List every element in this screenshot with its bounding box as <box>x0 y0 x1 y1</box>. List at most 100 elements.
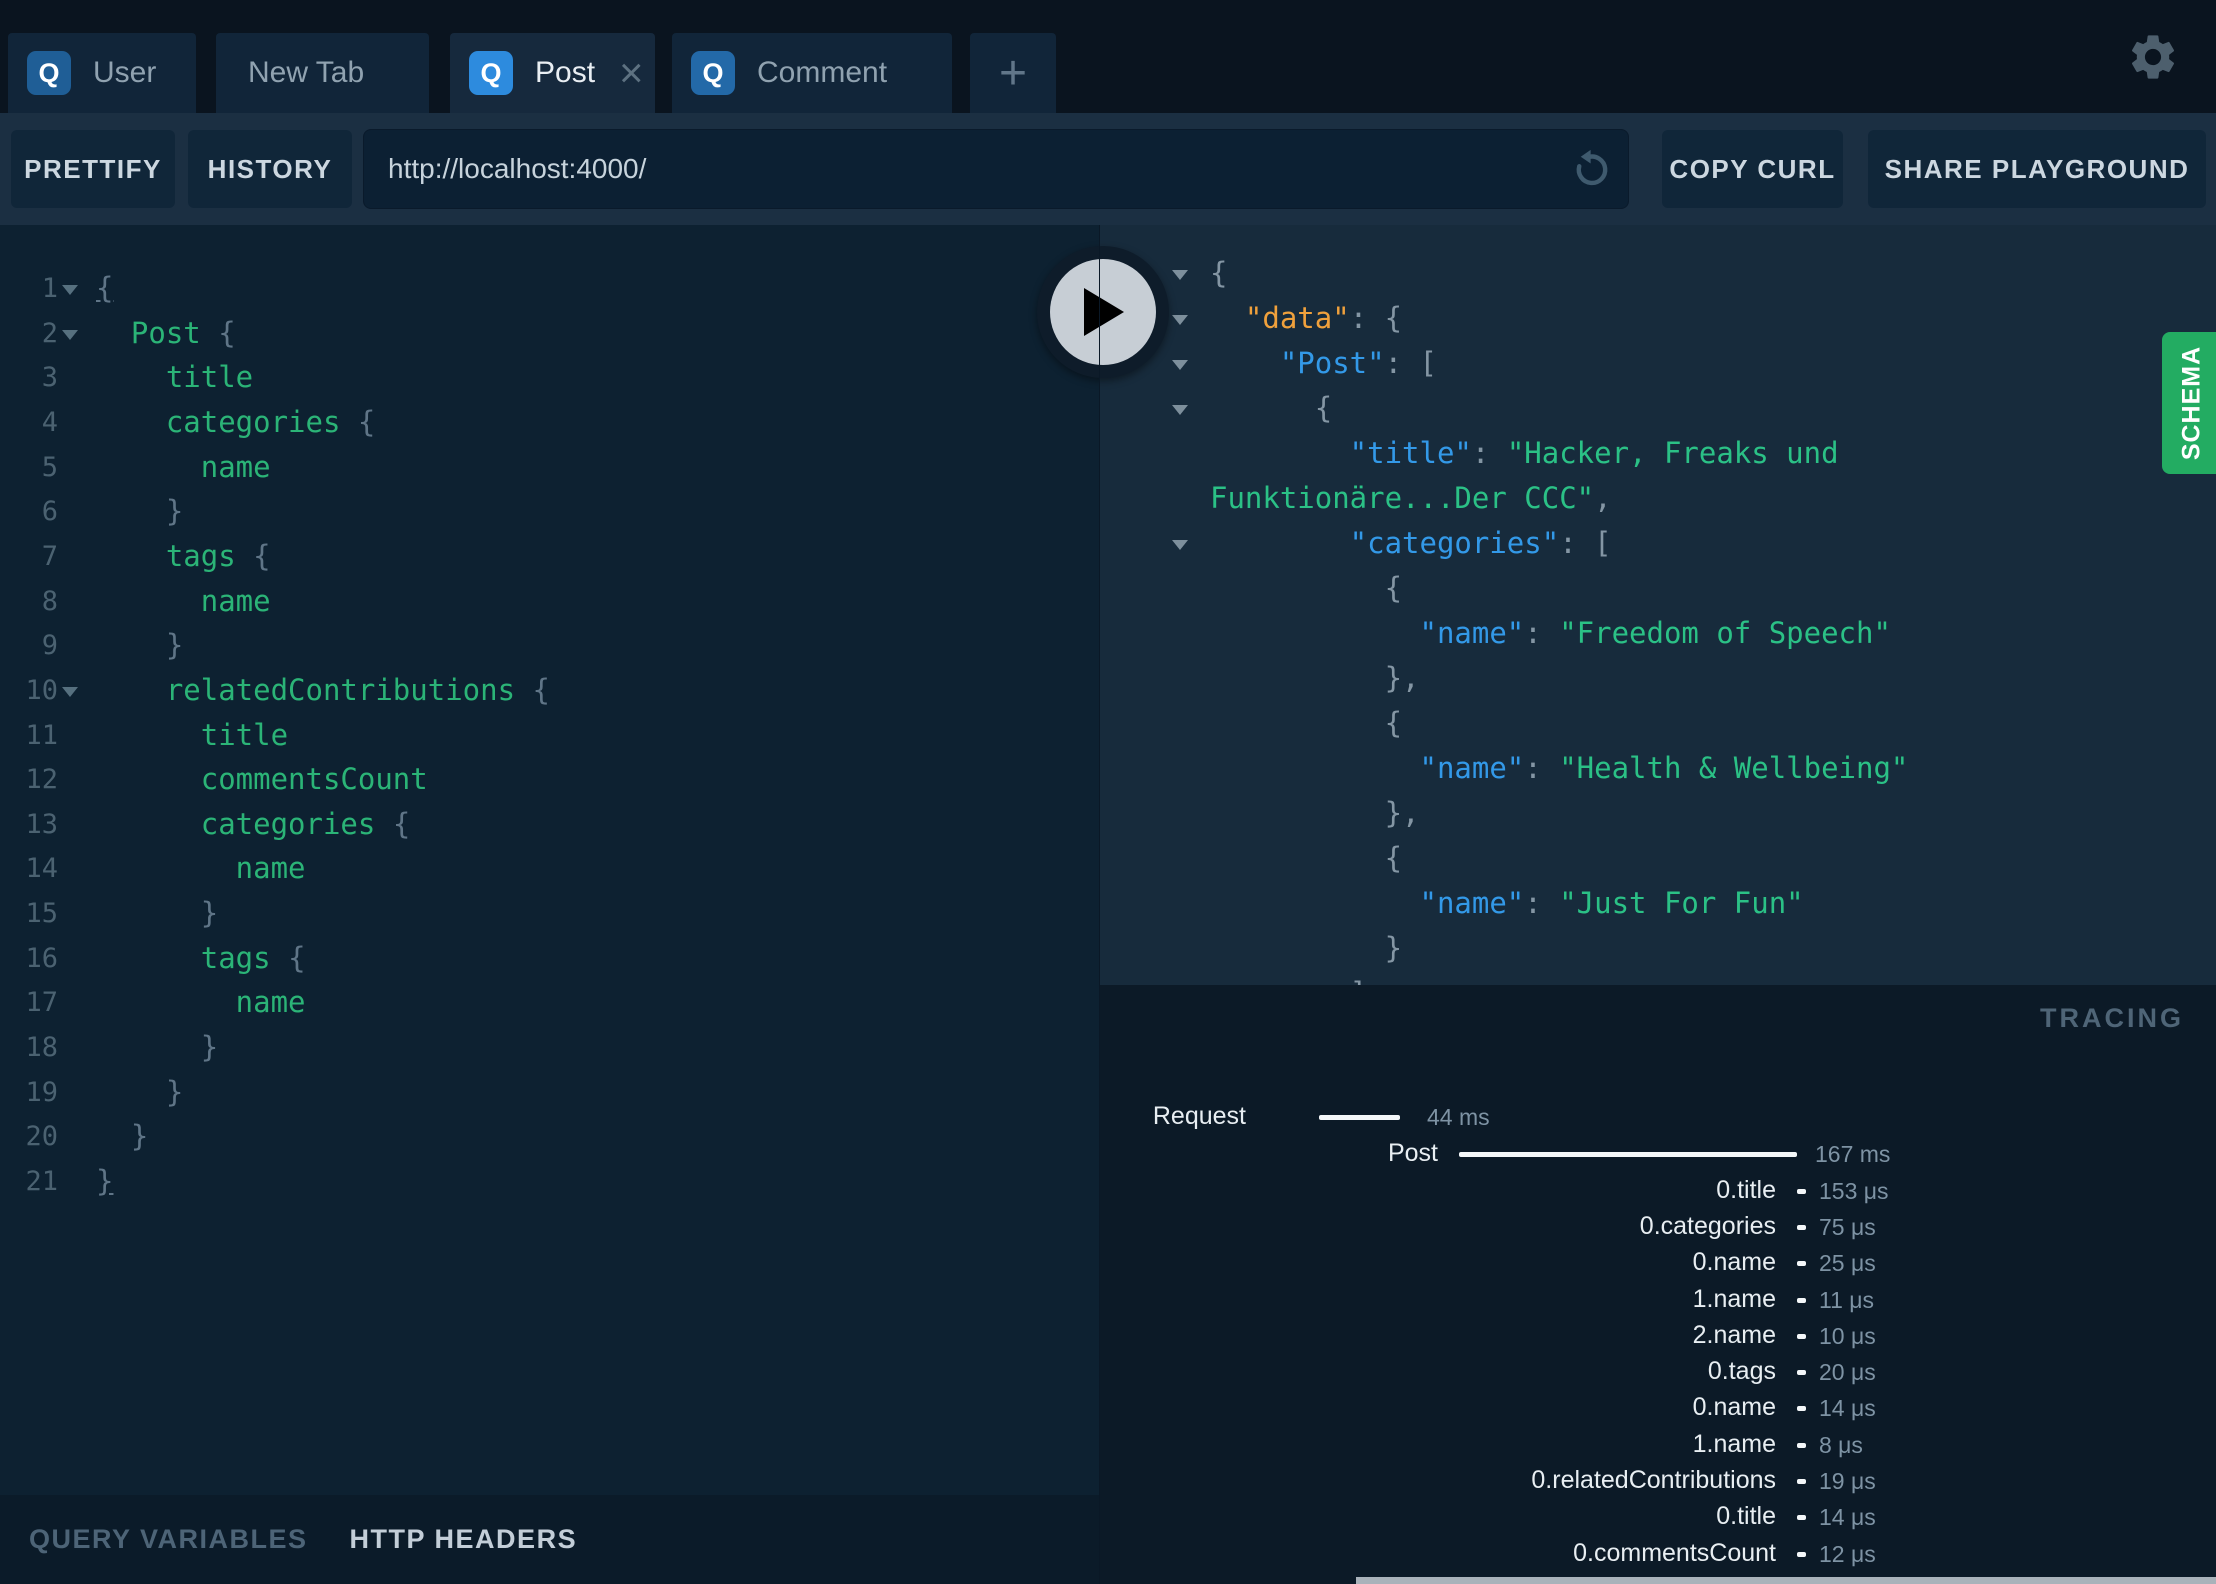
response-line: { <box>1210 706 1403 740</box>
line-number: 7 <box>41 540 58 572</box>
execute-query-button[interactable] <box>1037 246 1169 378</box>
query-badge-icon: Q <box>27 51 71 95</box>
line-number: 8 <box>41 585 58 617</box>
schema-tab-button[interactable]: SCHEMA <box>2162 332 2216 474</box>
query-editor[interactable]: 1{2 Post {3 title 4 categories {5 name 6 }… <box>0 225 1100 1495</box>
line-number: 18 <box>25 1032 58 1064</box>
line-number: 9 <box>41 630 58 662</box>
copy-curl-button[interactable]: COPY CURL <box>1662 130 1843 208</box>
tab-query-variables[interactable]: QUERY VARIABLES <box>29 1524 308 1555</box>
trace-duration-value: 44 ms <box>1427 1104 1490 1130</box>
line-number: 20 <box>25 1121 58 1153</box>
trace-label: 0.commentsCount <box>1573 1539 1776 1567</box>
tab-label: User <box>93 56 157 89</box>
trace-duration-bar <box>1797 1515 1806 1520</box>
share-playground-button[interactable]: SHARE PLAYGROUND <box>1868 130 2206 208</box>
trace-duration-bar <box>1459 1152 1797 1157</box>
fold-chevron-down-icon[interactable] <box>62 329 78 340</box>
response-line: }, <box>1210 796 1420 830</box>
query-line: 21} <box>0 1159 1100 1204</box>
trace-label: 0.title <box>1716 1176 1776 1204</box>
response-line: "name": "Health & Wellbeing" <box>1210 751 1909 785</box>
query-line: 13 categories { <box>0 802 1100 847</box>
trace-duration-bar <box>1797 1225 1806 1230</box>
trace-row: 0.relatedContributions 19 μs <box>1100 1466 2216 1500</box>
bottom-bar: QUERY VARIABLES HTTP HEADERS <box>0 1495 1100 1584</box>
fold-chevron-down-icon[interactable] <box>1172 315 1188 325</box>
trace-duration-value: 12 μs <box>1819 1541 1876 1567</box>
fold-chevron-down-icon[interactable] <box>1172 270 1188 280</box>
tab-user[interactable]: Q User <box>8 33 196 113</box>
trace-duration-bar <box>1319 1115 1400 1120</box>
trace-row: 0.title 14 μs <box>1100 1502 2216 1536</box>
tab-bar: Q User New Tab Q Post × Q Comment + <box>0 0 2216 113</box>
plus-icon: + <box>998 46 1028 100</box>
tracing-title: TRACING <box>2040 1003 2184 1033</box>
query-line: 14 name <box>0 846 1100 891</box>
line-number: 16 <box>25 942 58 974</box>
trace-duration-value: 10 μs <box>1819 1323 1876 1349</box>
trace-duration-bar <box>1797 1370 1806 1375</box>
query-line: 5 name <box>0 445 1100 490</box>
settings-gear-icon[interactable] <box>2126 30 2180 84</box>
line-number: 21 <box>25 1166 58 1197</box>
line-number: 5 <box>41 451 58 483</box>
query-line: 16 tags { <box>0 936 1100 981</box>
response-line: { <box>1210 841 1403 875</box>
trace-row: 2.name 10 μs <box>1100 1321 2216 1355</box>
trace-label: 0.tags <box>1707 1357 1776 1385</box>
tab-label: Comment <box>757 56 888 89</box>
response-line: "name": "Freedom of Speech" <box>1210 616 1891 650</box>
trace-label: 0.relatedContributions <box>1531 1466 1776 1494</box>
trace-duration-bar <box>1797 1334 1806 1339</box>
query-line: 19 } <box>0 1070 1100 1115</box>
response-line: "Post": [ <box>1100 341 2216 386</box>
endpoint-url-input[interactable] <box>363 129 1629 209</box>
tracing-panel: TRACING Request 44 ms Post 167 ms 0.title 153… <box>1100 985 2216 1584</box>
trace-row: 0.categories 75 μs <box>1100 1212 2216 1246</box>
query-line: 12 commentsCount <box>0 757 1100 802</box>
schema-tab-label: SCHEMA <box>2177 345 2206 461</box>
trace-label: 2.name <box>1692 1321 1776 1349</box>
reload-schema-icon[interactable] <box>1569 147 1613 191</box>
tracing-scrollbar[interactable] <box>1356 1577 2216 1584</box>
line-number: 12 <box>25 764 58 796</box>
response-line: "title": "Hacker, Freaks und <box>1210 436 1839 470</box>
query-line: 4 categories { <box>0 400 1100 445</box>
query-line: 8 name <box>0 579 1100 624</box>
line-number: 10 <box>25 674 58 706</box>
trace-label: 0.title <box>1716 1502 1776 1530</box>
line-number: 2 <box>41 317 58 349</box>
trace-duration-value: 19 μs <box>1819 1468 1876 1494</box>
tab-comment[interactable]: Q Comment <box>672 33 952 113</box>
line-number: 3 <box>41 362 58 394</box>
new-tab-button[interactable]: + <box>970 33 1056 113</box>
history-button[interactable]: HISTORY <box>188 130 352 208</box>
tab-http-headers[interactable]: HTTP HEADERS <box>350 1524 578 1555</box>
tab-new-tab[interactable]: New Tab <box>216 33 429 113</box>
tab-label: New Tab <box>248 56 365 89</box>
response-line: "name": "Just For Fun" <box>1210 886 1804 920</box>
query-line: 17 name <box>0 980 1100 1025</box>
trace-duration-bar <box>1797 1406 1806 1411</box>
trace-row: 0.title 153 μs <box>1100 1176 2216 1210</box>
line-number: 19 <box>25 1076 58 1108</box>
fold-chevron-down-icon[interactable] <box>1172 360 1188 370</box>
fold-chevron-down-icon[interactable] <box>62 686 78 697</box>
line-number: 1 <box>41 273 58 304</box>
trace-duration-value: 25 μs <box>1819 1250 1876 1276</box>
response-line: } <box>1210 931 1403 965</box>
fold-chevron-down-icon[interactable] <box>62 285 78 295</box>
trace-row: 1.name 8 μs <box>1100 1430 2216 1464</box>
query-line: 6 } <box>0 489 1100 534</box>
query-line: 2 Post { <box>0 311 1100 356</box>
tab-post[interactable]: Q Post × <box>450 33 655 113</box>
prettify-button[interactable]: PRETTIFY <box>11 130 175 208</box>
trace-row: 0.tags 20 μs <box>1100 1357 2216 1391</box>
fold-chevron-down-icon[interactable] <box>1172 405 1188 415</box>
close-tab-icon[interactable]: × <box>619 52 644 94</box>
query-line: 18 } <box>0 1025 1100 1070</box>
fold-chevron-down-icon[interactable] <box>1172 540 1188 550</box>
query-line: 9 } <box>0 623 1100 668</box>
line-number: 14 <box>25 853 58 885</box>
